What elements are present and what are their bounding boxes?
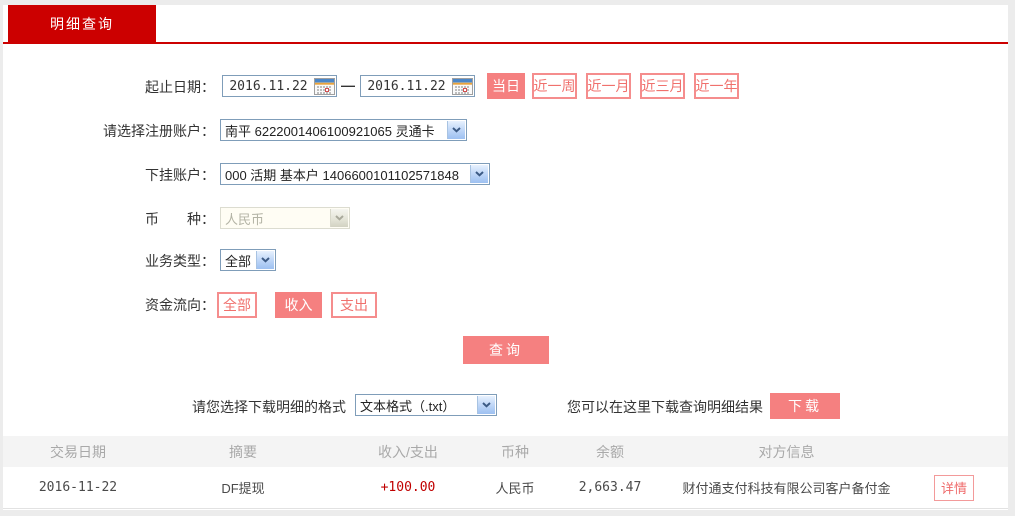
sub-account-label: 下挂账户： [145,167,215,183]
chevron-down-icon [447,121,465,139]
page: 明细查询 起止日期： — [0,0,1015,516]
table-row: 2016-11-22 DF提现 +100.00 人民币 2,663.47 财付通… [3,467,1008,509]
cell-counterparty: 财付通支付科技有限公司客户备付金 [682,481,891,496]
cell-amount: +100.00 [380,480,436,495]
table-header-row: 交易日期 摘要 收入/支出 币种 余额 对方信息 [3,436,1008,467]
table-header-amount: 收入/支出 [378,443,438,460]
tab-detail-query[interactable]: 明细查询 [8,5,156,42]
cell-currency: 人民币 [495,481,535,496]
chevron-down-icon [330,209,348,227]
cell-transaction-date: 2016-11-22 [38,480,118,495]
download-format-value: 文本格式（.txt） [360,398,456,414]
quick-range-year-button[interactable]: 近一年 [694,73,739,99]
date-end-input[interactable] [361,78,452,94]
business-type-label: 业务类型： [145,253,215,269]
business-type-select[interactable]: 全部 [220,249,276,271]
register-account-select[interactable]: 南平 6222001406100921065 灵通卡 [220,119,467,141]
currency-select: 人民币 [220,207,350,229]
fund-flow-label: 资金流向： [145,297,215,313]
currency-label: 币 种： [145,211,215,227]
table-header-date: 交易日期 [50,443,106,460]
date-start-field [222,75,337,97]
cell-summary: DF提现 [221,481,265,496]
date-range-separator: — [341,77,355,93]
register-account-label: 请选择注册账户： [103,123,215,139]
calendar-icon[interactable] [452,77,473,95]
fund-flow-income-button[interactable]: 收入 [275,292,322,318]
quick-range-month-button[interactable]: 近一月 [586,73,631,99]
chevron-down-icon [477,396,495,414]
date-start-input[interactable] [223,78,314,94]
table-header-counterparty: 对方信息 [758,443,815,460]
query-button[interactable]: 查询 [463,336,549,364]
date-end-field [360,75,475,97]
detail-button[interactable]: 详情 [933,474,974,501]
quick-range-week-button[interactable]: 近一周 [532,73,577,99]
sub-account-value: 000 活期 基本户 1406600101102571848 [225,167,459,183]
business-type-value: 全部 [225,253,252,269]
download-format-select[interactable]: 文本格式（.txt） [355,394,497,416]
download-format-label: 请您选择下载明细的格式 [192,399,346,415]
cell-balance: 2,663.47 [578,480,642,495]
chevron-down-icon [470,165,488,183]
fund-flow-expense-button[interactable]: 支出 [331,292,377,318]
table-header-summary: 摘要 [229,443,257,460]
sub-account-select[interactable]: 000 活期 基本户 1406600101102571848 [220,163,490,185]
table-header-balance: 余额 [596,443,624,460]
chevron-down-icon [256,251,274,269]
date-range-label: 起止日期： [145,79,215,95]
download-button[interactable]: 下载 [770,393,840,419]
download-hint: 您可以在这里下载查询明细结果 [567,399,763,415]
tab-underline-divider [3,42,1008,44]
quick-range-quarter-button[interactable]: 近三月 [640,73,685,99]
table-header-currency: 币种 [501,443,529,460]
quick-range-today-button[interactable]: 当日 [487,73,525,99]
fund-flow-all-button[interactable]: 全部 [217,292,257,318]
register-account-value: 南平 6222001406100921065 灵通卡 [225,123,435,139]
currency-value: 人民币 [225,211,265,227]
calendar-icon[interactable] [314,77,335,95]
